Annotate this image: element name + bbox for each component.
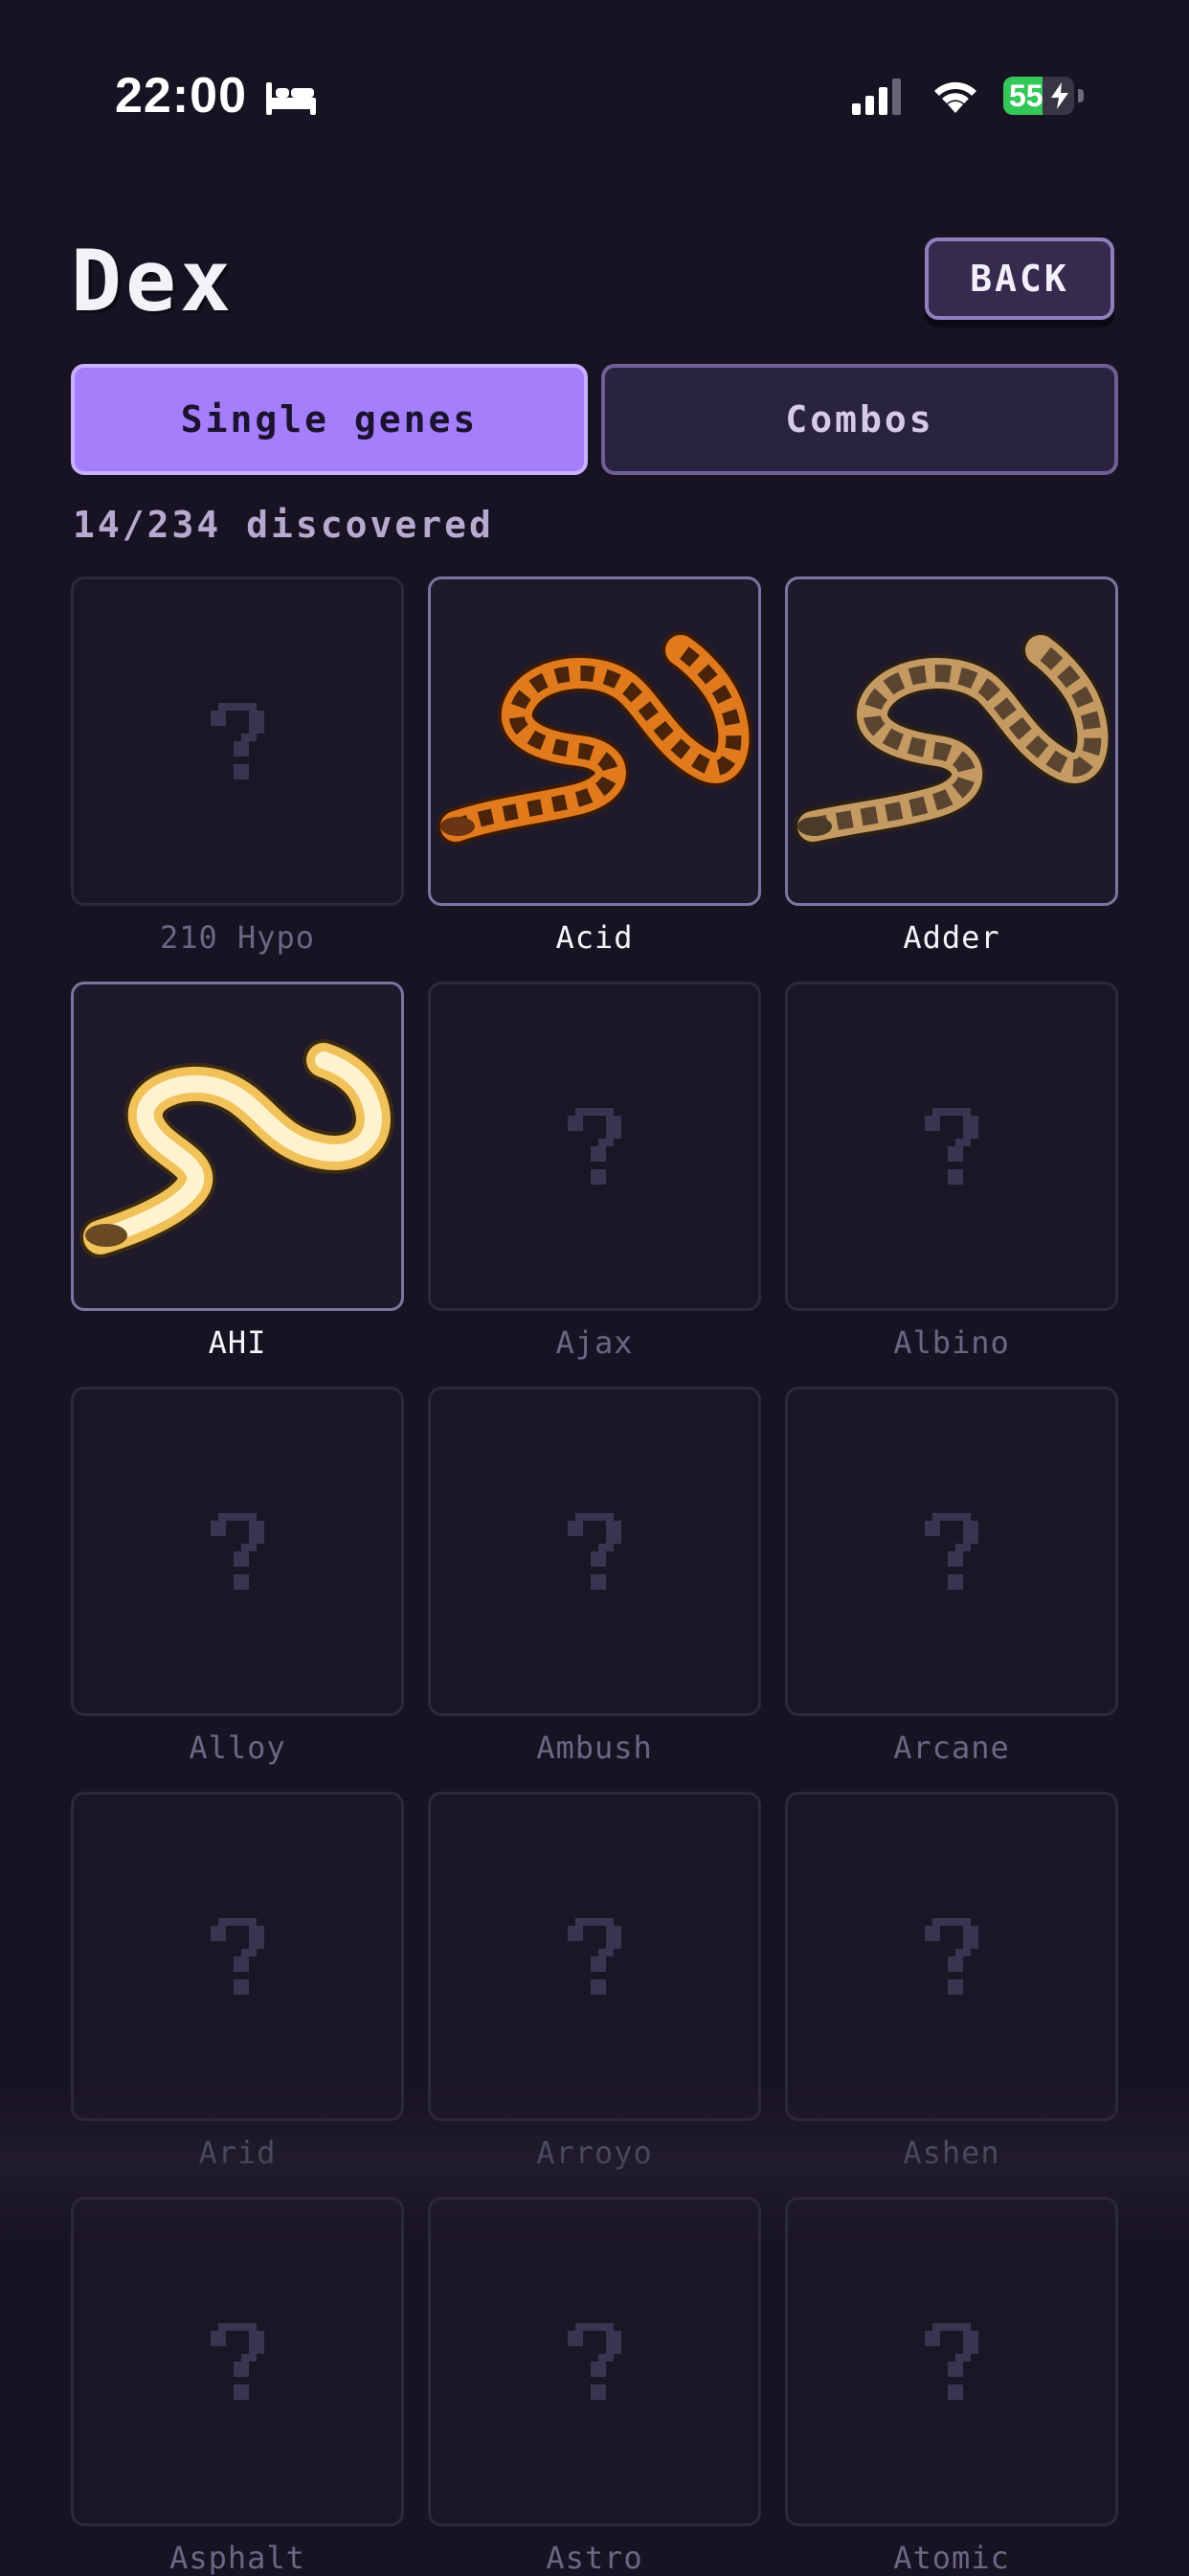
gene-card[interactable] [785,1387,1118,1716]
battery-icon: 55 [1003,77,1084,115]
gene-label: Ambush [536,1729,653,1766]
gene-card[interactable] [71,982,404,1311]
gene-card[interactable] [71,576,404,906]
gene-card[interactable] [785,1792,1118,2121]
gene-label: Ashen [903,2135,1000,2171]
gene-card[interactable] [785,2197,1118,2526]
question-mark-icon [925,1108,978,1185]
gene-label: Atomic [893,2540,1010,2576]
question-mark-icon [211,1918,264,1995]
charging-bolt-icon [1051,82,1068,109]
gene-label: Adder [903,919,1000,956]
question-mark-icon [211,1513,264,1590]
question-mark-icon [568,1108,621,1185]
gene-label: Ajax [555,1324,634,1361]
gene-label: Arroyo [536,2135,653,2171]
snake-acid-image [437,631,752,846]
tab-bar: Single genes Combos [71,364,1118,475]
gene-card[interactable] [785,982,1118,1311]
discovered-count: 14/234 discovered [73,504,494,546]
gene-label: AHI [208,1324,267,1361]
gene-label: Arcane [893,1729,1010,1766]
question-mark-icon [925,2323,978,2400]
question-mark-icon [568,1513,621,1590]
gene-card[interactable] [428,1387,761,1716]
status-bar: 22:00 55 [0,0,1189,192]
back-button[interactable]: BACK [925,237,1114,320]
wifi-icon [934,81,976,113]
question-mark-icon [925,1513,978,1590]
battery-body: 55 [1003,77,1074,115]
page-title: Dex [71,232,235,330]
question-mark-icon [568,1918,621,1995]
gene-label: 210 Hypo [159,919,316,956]
tab-combos[interactable]: Combos [601,364,1118,475]
question-mark-icon [925,1918,978,1995]
gene-card[interactable] [71,1792,404,2121]
tab-single-genes[interactable]: Single genes [71,364,588,475]
gene-card[interactable] [428,576,761,906]
question-mark-icon [211,2323,264,2400]
status-time: 22:00 [115,68,247,124]
gene-card[interactable] [428,982,761,1311]
gene-card[interactable] [428,1792,761,2121]
gene-card[interactable] [71,2197,404,2526]
battery-cap [1078,89,1084,102]
snake-ahi-image [79,1039,394,1258]
gene-label: Albino [893,1324,1010,1361]
gene-label: Acid [555,919,634,956]
battery-level: 55 [1009,79,1043,113]
gene-label: Asphalt [169,2540,305,2576]
gene-card[interactable] [785,576,1118,906]
bed-icon [266,82,316,115]
gene-label: Alloy [189,1729,286,1766]
gene-label: Astro [546,2540,643,2576]
question-mark-icon [568,2323,621,2400]
signal-icon [852,79,901,115]
snake-adder-image [794,631,1110,846]
gene-label: Arid [198,2135,277,2171]
gene-card[interactable] [428,2197,761,2526]
question-mark-icon [211,703,264,780]
gene-card[interactable] [71,1387,404,1716]
